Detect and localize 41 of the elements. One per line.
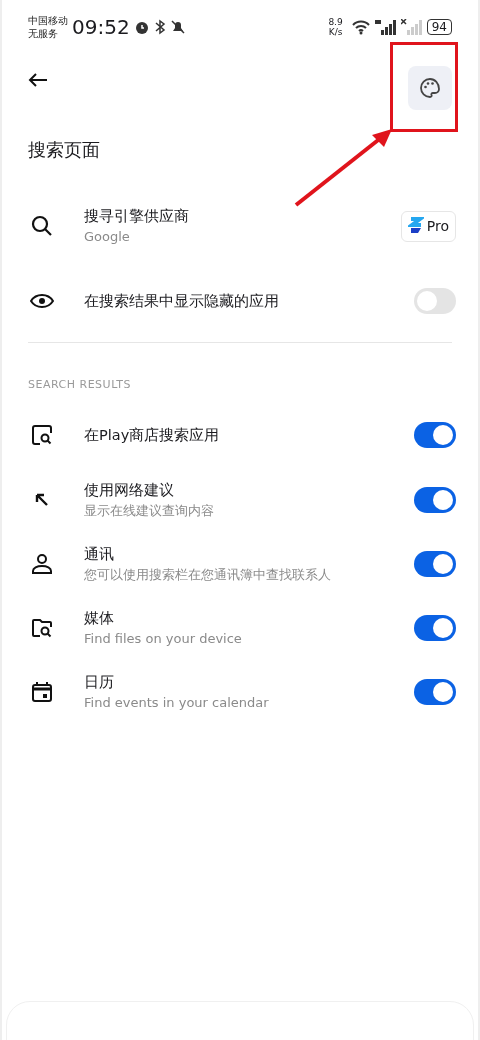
- setting-description: Google: [84, 228, 131, 246]
- bluetooth-icon: [153, 19, 166, 35]
- alarm-icon: [133, 19, 150, 35]
- calendar-icon: [30, 679, 54, 704]
- battery-indicator: 94: [426, 19, 452, 35]
- signal-icon: [374, 19, 397, 35]
- setting-description: Find files on your device: [84, 629, 243, 648]
- speed-unit: K/s: [328, 27, 343, 37]
- setting-description: 显示在线建议查询内容: [84, 501, 215, 520]
- toggle-switch[interactable]: [414, 550, 456, 577]
- setting-description: 您可以使用搜索栏在您通讯簿中查找联系人: [84, 565, 332, 584]
- search-icon: [30, 214, 54, 238]
- toggle-switch[interactable]: [414, 486, 456, 513]
- network-speed: 8.9: [328, 17, 343, 27]
- setting-title: 日历: [84, 672, 115, 692]
- section-header: SEARCH RESULTS: [28, 377, 132, 393]
- store-search-icon: [30, 422, 54, 447]
- pro-badge[interactable]: Pro: [400, 210, 456, 242]
- setting-description: Find events in your calendar: [84, 693, 270, 712]
- setting-title: 使用网络建议: [84, 480, 175, 500]
- service-label: 无服务: [28, 27, 59, 40]
- setting-title: 在搜索结果中显示隐藏的应用: [84, 292, 280, 311]
- back-icon[interactable]: [28, 72, 48, 88]
- palette-button[interactable]: [408, 66, 452, 110]
- muted-bell-icon: [169, 19, 186, 35]
- setting-title: 搜寻引擎供应商: [84, 207, 190, 226]
- setting-title: 通讯: [84, 544, 115, 564]
- toggle-switch[interactable]: [414, 288, 456, 314]
- toggle-switch[interactable]: [414, 614, 456, 641]
- setting-title: 媒体: [84, 608, 115, 628]
- layers-icon: [407, 217, 424, 235]
- setting-title: 在Play商店搜索应用: [84, 425, 221, 445]
- toggle-switch[interactable]: [414, 678, 456, 705]
- carrier-label: 中国移动: [28, 14, 68, 27]
- person-icon: [30, 551, 54, 576]
- wifi-icon: [350, 19, 371, 35]
- toggle-switch[interactable]: [414, 421, 456, 448]
- palette-icon: [418, 76, 442, 100]
- no-signal-icon: [400, 19, 423, 35]
- clock: 09:52: [72, 14, 130, 41]
- page-title: 搜索页面: [28, 138, 101, 162]
